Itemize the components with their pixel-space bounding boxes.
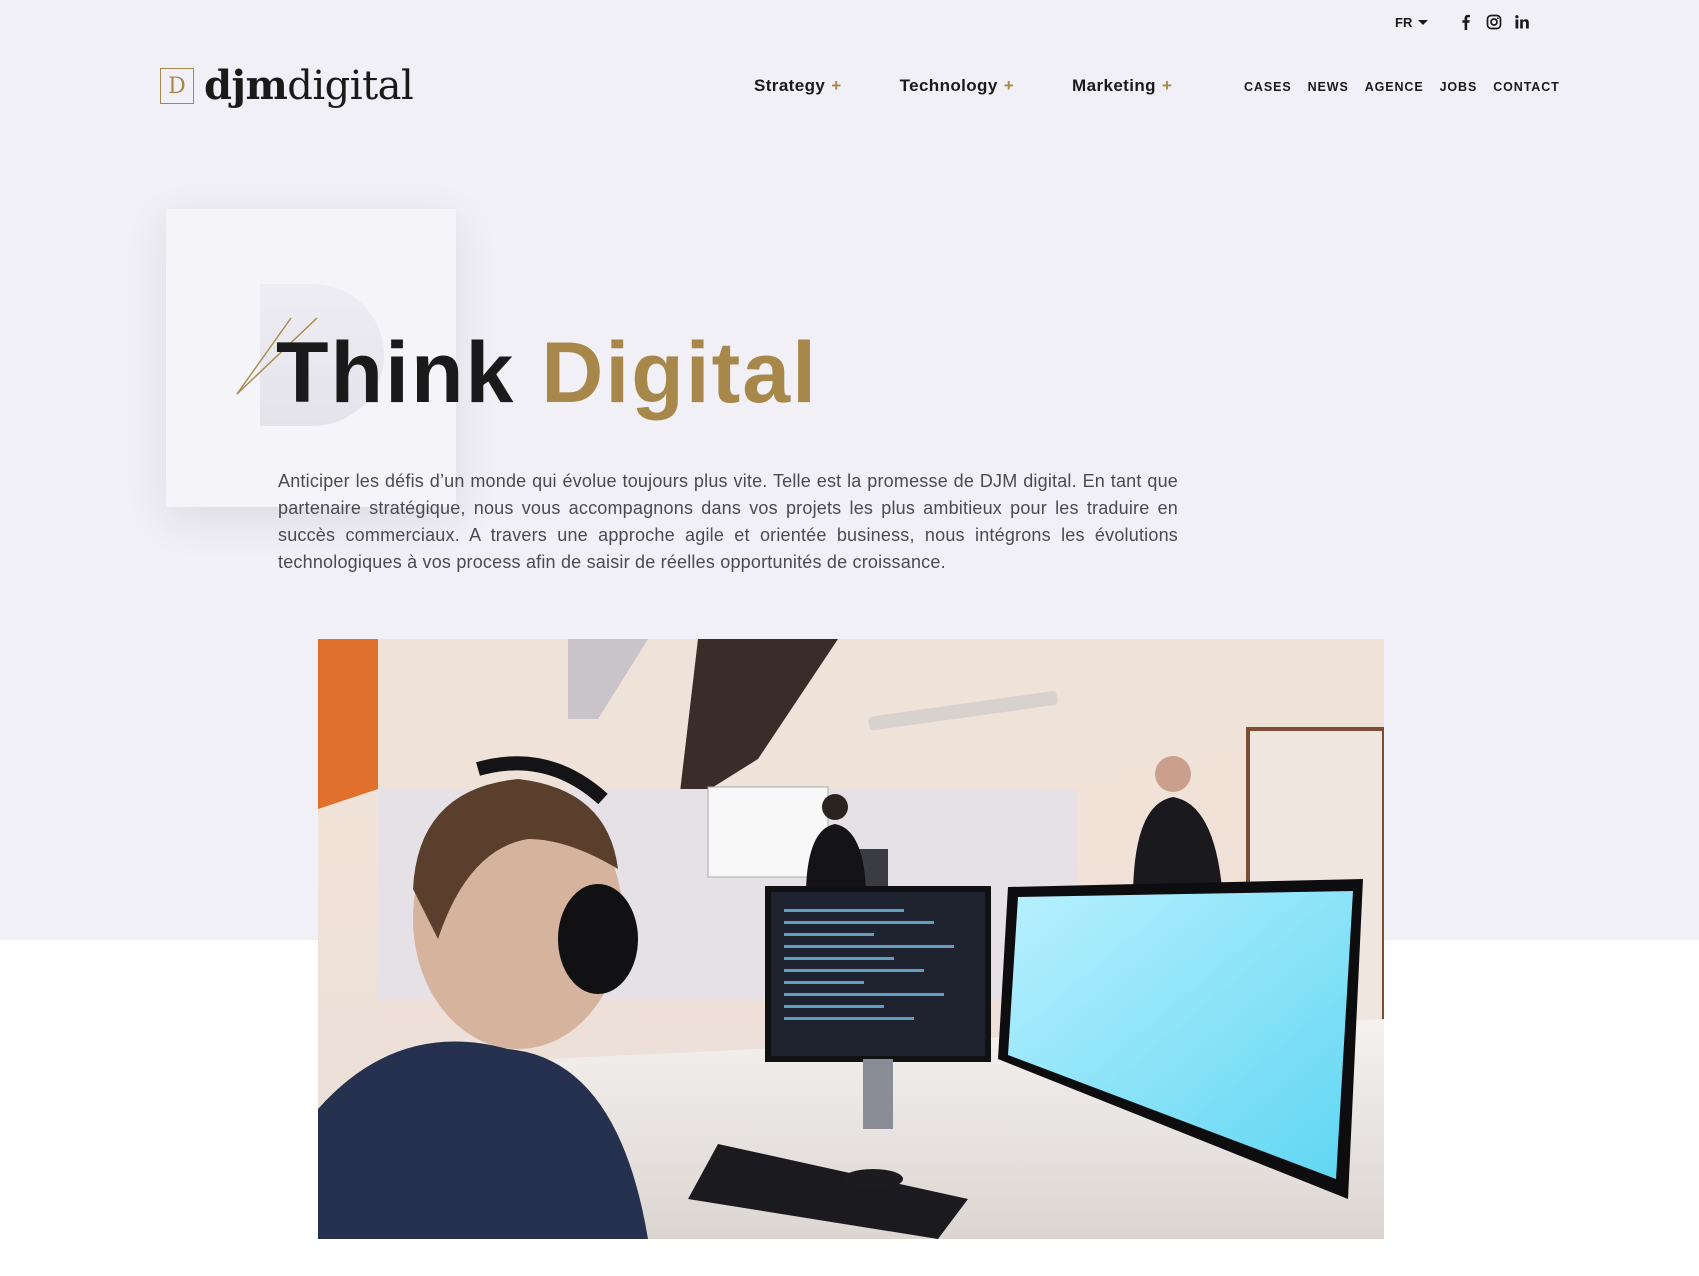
logo-wordmark-bold: djm [204, 62, 288, 109]
language-label: FR [1395, 14, 1413, 30]
office-team-photo [318, 639, 1384, 1239]
secondary-nav: CASES NEWS AGENCE JOBS CONTACT [1244, 80, 1560, 94]
plus-icon: + [831, 76, 842, 95]
logo-wordmark-light: digital [287, 63, 414, 109]
nav-link-agence[interactable]: AGENCE [1365, 80, 1424, 94]
nav-item-label: Strategy [754, 76, 826, 95]
nav-item-marketing[interactable]: Marketing + [1072, 76, 1172, 96]
instagram-icon[interactable] [1486, 14, 1502, 30]
language-selector[interactable]: FR [1395, 14, 1429, 30]
logo-mark: D [160, 68, 194, 104]
main-nav: Strategy + Technology + Marketing + [754, 76, 1172, 96]
nav-link-contact[interactable]: CONTACT [1493, 80, 1559, 94]
hero-title-dark: Think [276, 325, 516, 421]
utility-bar: FR [1395, 10, 1530, 34]
nav-item-strategy[interactable]: Strategy + [754, 76, 842, 96]
nav-link-jobs[interactable]: JOBS [1440, 80, 1478, 94]
caret-down-icon [1418, 19, 1429, 25]
hero-title-gold: Digital [541, 325, 819, 421]
nav-item-label: Marketing [1072, 76, 1156, 95]
social-links [1458, 14, 1530, 30]
nav-item-technology[interactable]: Technology + [900, 76, 1014, 96]
office-photo-illustration [318, 639, 1384, 1239]
plus-icon: + [1161, 76, 1173, 95]
plus-icon: + [1003, 76, 1015, 95]
facebook-icon[interactable] [1458, 14, 1474, 30]
brand-logo[interactable]: D djmdigital [160, 62, 414, 110]
hero-title: Think Digital [276, 325, 818, 421]
hero-paragraph: Anticiper les défis d’un monde qui évolu… [278, 471, 1178, 572]
nav-link-cases[interactable]: CASES [1244, 80, 1292, 94]
logo-wordmark: djmdigital [204, 62, 414, 110]
nav-link-news[interactable]: NEWS [1308, 80, 1349, 94]
nav-item-label: Technology [899, 76, 998, 95]
linkedin-icon[interactable] [1514, 14, 1530, 30]
